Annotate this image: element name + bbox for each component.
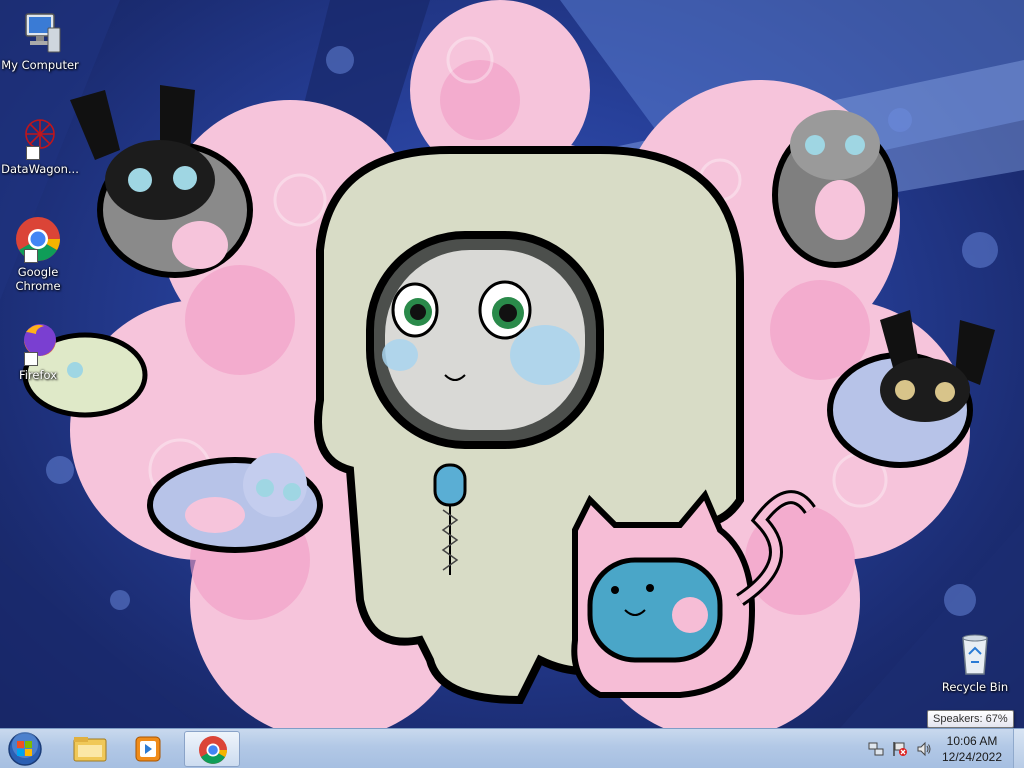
taskbar: 10:06 AM 12/24/2022 [0, 728, 1024, 768]
taskbar-file-explorer-button[interactable] [62, 731, 118, 767]
file-explorer-icon [73, 737, 107, 762]
desktop-icon-label: Google Chrome [15, 265, 61, 293]
chrome-icon [199, 736, 227, 764]
datawagon-icon [16, 112, 64, 160]
start-orb-icon [8, 732, 42, 766]
clock-date: 12/24/2022 [941, 750, 1003, 764]
desktop-icon-label: Recycle Bin [941, 680, 1009, 694]
computer-icon [16, 8, 64, 56]
network-icon[interactable] [868, 741, 884, 757]
desktop-icon-google-chrome[interactable]: Google Chrome [0, 215, 78, 293]
desktop-wallpaper [0, 0, 1024, 728]
action-center-icon[interactable] [892, 741, 908, 757]
shortcut-arrow-icon [24, 249, 38, 263]
shortcut-arrow-icon [26, 146, 40, 160]
firefox-icon [14, 318, 62, 366]
taskbar-clock[interactable]: 10:06 AM 12/24/2022 [932, 733, 1012, 765]
desktop-icon-label: DataWagon... [1, 162, 79, 176]
recycle-bin-icon [951, 630, 999, 678]
shortcut-arrow-icon [24, 352, 38, 366]
media-player-icon [135, 736, 161, 762]
desktop-icon-label: Firefox [18, 368, 58, 382]
clock-time: 10:06 AM [946, 734, 998, 748]
speaker-icon[interactable] [916, 741, 932, 757]
desktop-icon-firefox[interactable]: Firefox [0, 318, 78, 382]
desktop-icon-my-computer[interactable]: My Computer [0, 8, 80, 72]
chrome-icon [14, 215, 62, 263]
desktop-icon-datawagon[interactable]: DataWagon... [0, 112, 80, 176]
start-button[interactable] [6, 731, 44, 767]
taskbar-media-player-button[interactable] [120, 731, 176, 767]
show-desktop-button[interactable] [1013, 729, 1024, 768]
desktop-icon-label: My Computer [1, 58, 79, 72]
taskbar-chrome-button[interactable] [184, 731, 240, 767]
desktop-icon-recycle-bin[interactable]: Recycle Bin [935, 630, 1015, 694]
speaker-volume-tooltip: Speakers: 67% [927, 710, 1014, 728]
